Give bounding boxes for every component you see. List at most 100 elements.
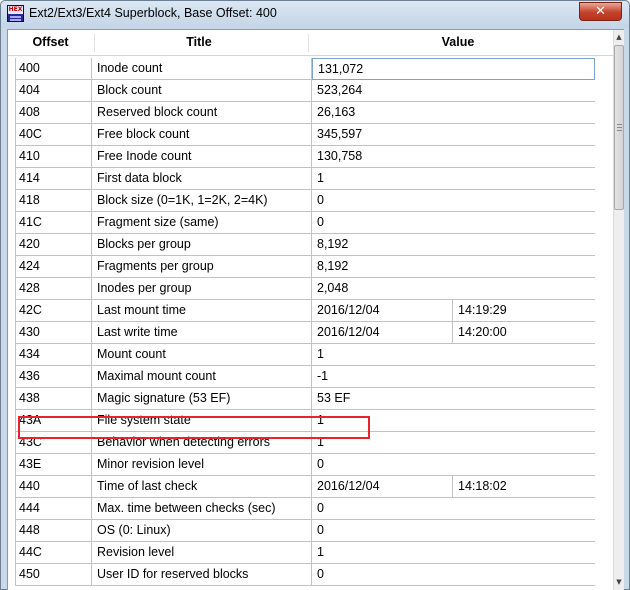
value-cell[interactable]: -1: [312, 366, 595, 388]
title-cell: Minor revision level: [92, 454, 312, 476]
title-cell: First data block: [92, 168, 312, 190]
table-row[interactable]: 436 Maximal mount count -1: [15, 366, 595, 388]
table-row[interactable]: 420 Blocks per group 8,192: [15, 234, 595, 256]
title-cell: Free Inode count: [92, 146, 312, 168]
offset-cell: 44C: [15, 542, 92, 564]
offset-cell: 408: [15, 102, 92, 124]
table-row[interactable]: 41C Fragment size (same) 0: [15, 212, 595, 234]
title-cell: Mount count: [92, 344, 312, 366]
scrollbar-thumb[interactable]: [614, 45, 624, 210]
title-cell: Block count: [92, 80, 312, 102]
column-header-value[interactable]: Value: [313, 30, 603, 55]
table-row[interactable]: 418 Block size (0=1K, 1=2K, 2=4K) 0: [15, 190, 595, 212]
value-cell[interactable]: 0: [312, 212, 595, 234]
title-cell: Free block count: [92, 124, 312, 146]
value-cell[interactable]: 1: [312, 168, 595, 190]
close-icon: ✕: [595, 4, 606, 19]
value-cell[interactable]: 131,072: [312, 58, 595, 80]
value-cell[interactable]: 345,597: [312, 124, 595, 146]
vertical-scrollbar[interactable]: ▲ ▼: [613, 30, 624, 590]
column-header-title[interactable]: Title: [94, 30, 304, 55]
column-header-offset[interactable]: Offset: [8, 30, 93, 55]
offset-cell: 41C: [15, 212, 92, 234]
title-bar[interactable]: HEX Ext2/Ext3/Ext4 Superblock, Base Offs…: [1, 1, 629, 28]
column-divider[interactable]: [308, 34, 309, 52]
offset-cell: 434: [15, 344, 92, 366]
title-cell: Last mount time: [92, 300, 312, 322]
close-button[interactable]: ✕: [579, 2, 622, 21]
table-row[interactable]: 43E Minor revision level 0: [15, 454, 595, 476]
table-row[interactable]: 438 Magic signature (53 EF) 53 EF: [15, 388, 595, 410]
scroll-down-arrow-icon[interactable]: ▼: [614, 575, 624, 589]
table-row[interactable]: 410 Free Inode count 130,758: [15, 146, 595, 168]
table-row[interactable]: 42C Last mount time 2016/12/04 14:19:29: [15, 300, 595, 322]
magic-signature-highlight: [18, 416, 370, 439]
offset-cell: 440: [15, 476, 92, 498]
offset-cell: 448: [15, 520, 92, 542]
table-row[interactable]: 424 Fragments per group 8,192: [15, 256, 595, 278]
column-header: Offset Title Value: [8, 30, 613, 56]
value-cell[interactable]: 0: [312, 498, 595, 520]
title-cell: User ID for reserved blocks: [92, 564, 312, 586]
table-row[interactable]: 40C Free block count 345,597: [15, 124, 595, 146]
value-cell[interactable]: 8,192: [312, 234, 595, 256]
table-row[interactable]: 430 Last write time 2016/12/04 14:20:00: [15, 322, 595, 344]
value-cell[interactable]: 8,192: [312, 256, 595, 278]
table-row[interactable]: 428 Inodes per group 2,048: [15, 278, 595, 300]
value-cell[interactable]: 26,163: [312, 102, 595, 124]
thumb-grip: [617, 127, 622, 128]
window-title: Ext2/Ext3/Ext4 Superblock, Base Offset: …: [29, 6, 277, 20]
thumb-grip: [617, 124, 622, 125]
value-cell[interactable]: 0: [312, 190, 595, 212]
date-value-cell[interactable]: 2016/12/04: [312, 322, 453, 344]
date-value-cell[interactable]: 2016/12/04: [312, 476, 453, 498]
offset-cell: 450: [15, 564, 92, 586]
offset-cell: 410: [15, 146, 92, 168]
time-value-cell[interactable]: 14:19:29: [453, 300, 595, 322]
value-cell[interactable]: 0: [312, 454, 595, 476]
date-value-cell[interactable]: 2016/12/04: [312, 300, 453, 322]
offset-cell: 404: [15, 80, 92, 102]
title-cell: Max. time between checks (sec): [92, 498, 312, 520]
app-icon-bar: [10, 16, 21, 18]
value-cell[interactable]: 1: [312, 542, 595, 564]
title-cell: Blocks per group: [92, 234, 312, 256]
value-cell[interactable]: 523,264: [312, 80, 595, 102]
table-row[interactable]: 450 User ID for reserved blocks 0: [15, 564, 595, 586]
app-icon-bar: [10, 19, 21, 21]
offset-cell: 428: [15, 278, 92, 300]
offset-cell: 420: [15, 234, 92, 256]
value-cell[interactable]: 0: [312, 564, 595, 586]
value-cell[interactable]: 2,048: [312, 278, 595, 300]
value-cell[interactable]: 53 EF: [312, 388, 595, 410]
offset-cell: 42C: [15, 300, 92, 322]
time-value-cell[interactable]: 14:18:02: [453, 476, 595, 498]
table-row[interactable]: 44C Revision level 1: [15, 542, 595, 564]
value-cell[interactable]: 130,758: [312, 146, 595, 168]
offset-cell: 438: [15, 388, 92, 410]
app-icon-label: HEX: [8, 6, 23, 14]
title-cell: Fragment size (same): [92, 212, 312, 234]
title-cell: Maximal mount count: [92, 366, 312, 388]
offset-cell: 444: [15, 498, 92, 520]
template-grid: Offset Title Value 400 Inode count 131,072…: [7, 29, 624, 590]
table-row[interactable]: 434 Mount count 1: [15, 344, 595, 366]
title-cell: Reserved block count: [92, 102, 312, 124]
table-row[interactable]: 400 Inode count 131,072: [15, 58, 595, 80]
time-value-cell[interactable]: 14:20:00: [453, 322, 595, 344]
table-row[interactable]: 440 Time of last check 2016/12/04 14:18:02: [15, 476, 595, 498]
table-row[interactable]: 414 First data block 1: [15, 168, 595, 190]
offset-cell: 400: [15, 58, 92, 80]
offset-cell: 430: [15, 322, 92, 344]
scroll-up-arrow-icon[interactable]: ▲: [614, 30, 624, 44]
title-cell: Fragments per group: [92, 256, 312, 278]
title-cell: Magic signature (53 EF): [92, 388, 312, 410]
table-row[interactable]: 448 OS (0: Linux) 0: [15, 520, 595, 542]
value-cell[interactable]: 0: [312, 520, 595, 542]
table-row[interactable]: 404 Block count 523,264: [15, 80, 595, 102]
value-cell[interactable]: 1: [312, 344, 595, 366]
title-cell: Last write time: [92, 322, 312, 344]
offset-cell: 436: [15, 366, 92, 388]
table-row[interactable]: 444 Max. time between checks (sec) 0: [15, 498, 595, 520]
table-row[interactable]: 408 Reserved block count 26,163: [15, 102, 595, 124]
